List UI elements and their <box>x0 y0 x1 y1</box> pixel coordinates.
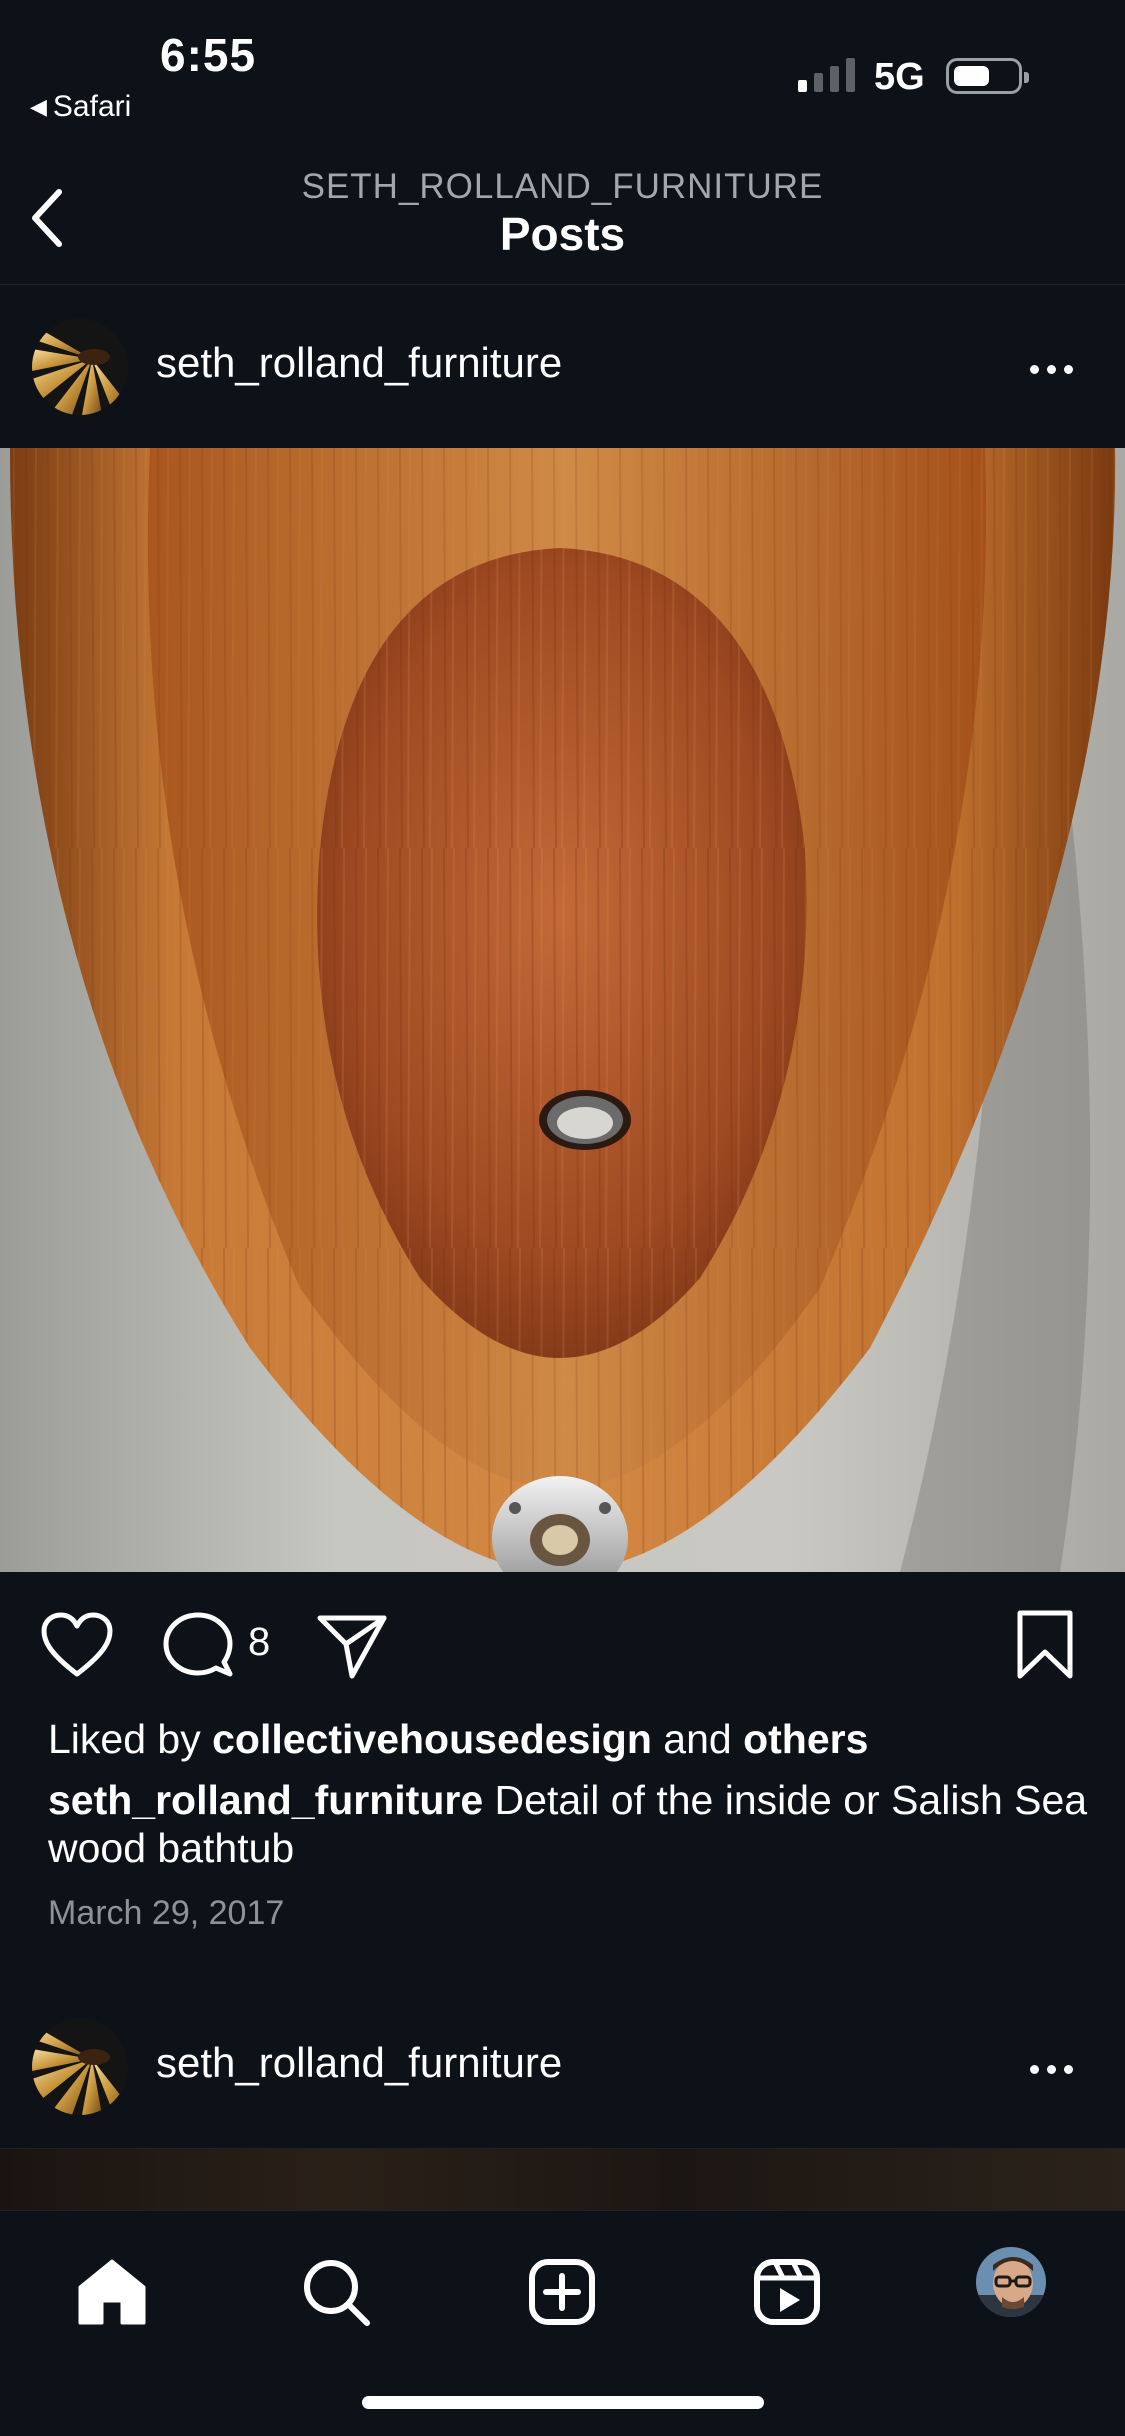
liked-by-user[interactable]: collectivehousedesign <box>212 1716 652 1762</box>
next-post-image[interactable] <box>0 2148 1125 2210</box>
post-actions: 8 <box>0 1572 1125 1722</box>
heart-icon <box>41 1612 113 1677</box>
post-username[interactable]: seth_rolland_furniture <box>156 339 562 387</box>
avatar[interactable] <box>32 319 128 415</box>
signal-icon <box>798 58 855 92</box>
likes-join: and <box>663 1716 732 1762</box>
tab-reels[interactable] <box>742 2247 832 2337</box>
page-title: Posts <box>499 208 626 260</box>
search-icon <box>304 2260 370 2326</box>
comment-icon <box>163 1612 233 1677</box>
paper-plane-icon <box>317 1615 387 1679</box>
tab-profile-avatar[interactable] <box>974 2245 1048 2319</box>
post-header: seth_rolland_furniture <box>0 284 1125 449</box>
avatar[interactable] <box>32 2019 128 2115</box>
bookmark-icon <box>1017 1610 1073 1679</box>
reels-icon <box>754 2259 820 2325</box>
battery-icon <box>946 58 1029 94</box>
post-caption: seth_rolland_furniture Detail of the ins… <box>48 1776 1088 1872</box>
post-image[interactable] <box>0 448 1125 1572</box>
post-date: March 29, 2017 <box>48 1894 285 1932</box>
back-app-label: Safari <box>52 90 132 123</box>
share-button[interactable] <box>316 1610 388 1682</box>
comment-count: 8 <box>248 1620 271 1664</box>
home-indicator[interactable] <box>362 2396 764 2409</box>
next-post-header: seth_rolland_furniture <box>0 1984 1125 2149</box>
instagram-post-screen: 6:55 ◀ Safari 5G SETH_ROLLAND_FURNITURE … <box>0 0 1125 2436</box>
more-options-button[interactable] <box>1030 354 1090 384</box>
back-triangle-icon: ◀ <box>30 94 47 119</box>
plus-square-icon <box>529 2259 595 2325</box>
more-options-button[interactable] <box>1030 2054 1090 2084</box>
tab-create[interactable] <box>517 2247 607 2337</box>
nav-header: SETH_ROLLAND_FURNITURE Posts <box>0 135 1125 285</box>
status-bar: 6:55 ◀ Safari 5G <box>0 0 1125 135</box>
back-to-safari[interactable]: ◀ Safari <box>30 90 131 124</box>
status-time: 6:55 <box>160 29 257 81</box>
caption-username[interactable]: seth_rolland_furniture <box>48 1777 483 1823</box>
save-button[interactable] <box>1014 1608 1076 1682</box>
tab-search[interactable] <box>291 2247 381 2337</box>
tab-home[interactable] <box>67 2247 157 2337</box>
likes-prefix: Liked by <box>48 1716 201 1762</box>
likes-others[interactable]: others <box>743 1716 868 1762</box>
comment-button[interactable] <box>162 1610 234 1682</box>
likes-line: Liked by collectivehousedesign and other… <box>48 1716 868 1763</box>
network-label: 5G <box>874 56 925 98</box>
next-post-username[interactable]: seth_rolland_furniture <box>156 2039 562 2087</box>
home-icon <box>78 2259 146 2325</box>
header-subtitle: SETH_ROLLAND_FURNITURE <box>301 167 824 206</box>
like-button[interactable] <box>40 1610 114 1680</box>
